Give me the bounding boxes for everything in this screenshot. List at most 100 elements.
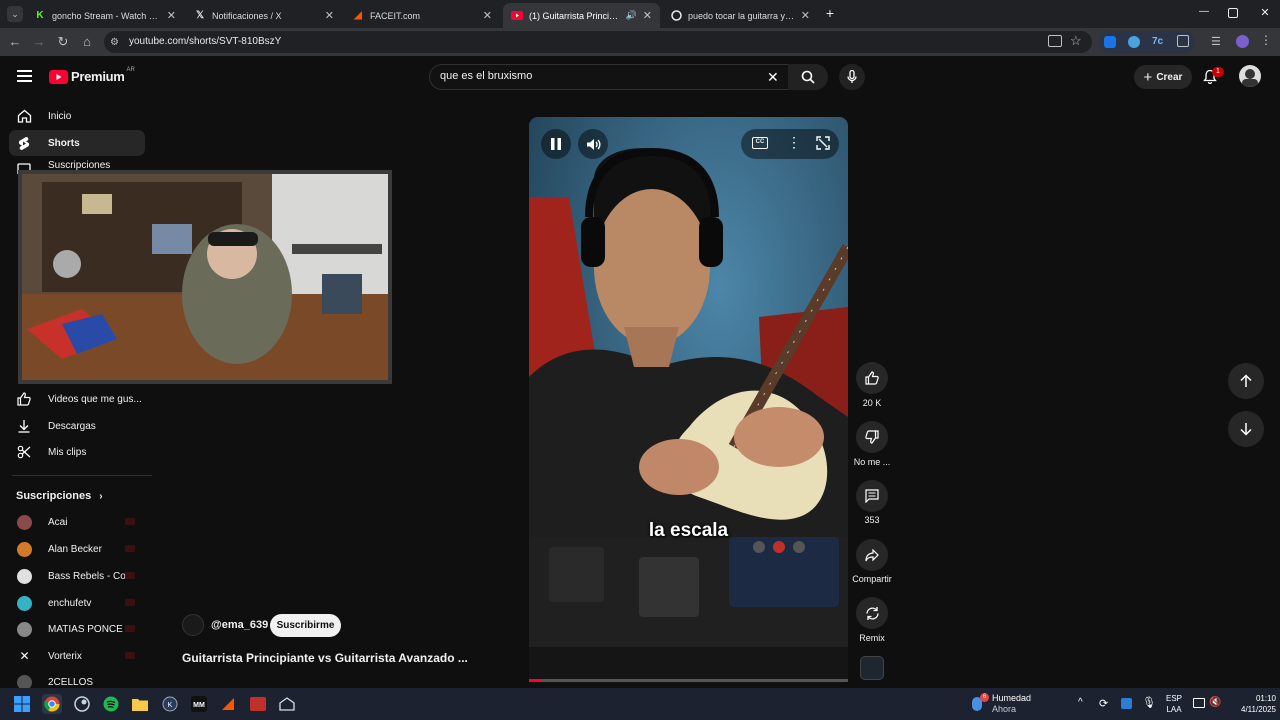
volume-muted-icon[interactable]: 🔇: [1209, 697, 1221, 708]
channel-item[interactable]: Alan Becker: [17, 539, 147, 559]
extension-icon[interactable]: [1104, 36, 1116, 48]
tab-search-button[interactable]: ⌄: [7, 6, 23, 22]
clear-search-icon[interactable]: ✕: [767, 69, 779, 86]
browser-menu-icon[interactable]: ⋮: [1260, 33, 1272, 47]
sidebar-item-downloads[interactable]: Descargas: [9, 413, 145, 439]
channel-avatar[interactable]: [182, 614, 204, 636]
more-options-icon[interactable]: ⋮: [787, 134, 801, 151]
app-icon[interactable]: K: [160, 694, 180, 714]
chrome-icon[interactable]: [42, 694, 62, 714]
back-icon[interactable]: ←: [7, 34, 23, 50]
next-short-button[interactable]: [1228, 411, 1264, 447]
extension-icon[interactable]: 7c: [1152, 36, 1164, 48]
shield-icon[interactable]: [1121, 698, 1132, 709]
forward-icon[interactable]: →: [31, 34, 47, 50]
browser-tab[interactable]: puedo tocar la guitarra y apren ✕: [662, 3, 818, 28]
spotify-icon[interactable]: [101, 694, 121, 714]
reload-icon[interactable]: ↻: [55, 34, 71, 50]
dislike-button[interactable]: [856, 421, 888, 453]
app-icon[interactable]: [248, 694, 268, 714]
microphone-tray-icon[interactable]: 🎙: [1142, 696, 1156, 709]
channel-item[interactable]: enchufetv: [17, 593, 147, 613]
remix-button[interactable]: [856, 597, 888, 629]
install-app-icon[interactable]: [1048, 35, 1062, 47]
account-avatar[interactable]: [1239, 65, 1261, 87]
sync-icon[interactable]: ⟳: [1099, 697, 1108, 710]
subscribe-button[interactable]: Suscribirme: [270, 614, 341, 637]
short-title[interactable]: Guitarrista Principiante vs Guitarrista …: [182, 651, 468, 665]
weather-badge: 6: [980, 693, 989, 702]
voice-search-button[interactable]: [839, 64, 865, 90]
app-icon[interactable]: [277, 694, 297, 714]
shorts-video-player[interactable]: [529, 117, 848, 683]
weather-widget[interactable]: 6 Humedad Ahora: [970, 691, 1040, 717]
puzzle-icon[interactable]: [1177, 35, 1189, 47]
youtube-logo[interactable]: Premium AR: [49, 67, 135, 84]
site-info-icon[interactable]: ⚙: [110, 37, 122, 48]
file-explorer-icon[interactable]: [130, 694, 150, 714]
reading-list-icon[interactable]: ☰: [1211, 35, 1221, 48]
hamburger-menu-icon[interactable]: [17, 70, 32, 82]
maximize-button[interactable]: [1228, 8, 1238, 18]
browser-tab-active[interactable]: (1) Guitarrista Principiante v 🔊 ✕: [503, 3, 660, 28]
video-progress-bar[interactable]: [529, 679, 848, 682]
app-icon[interactable]: MM: [189, 694, 209, 714]
share-button[interactable]: [856, 539, 888, 571]
remix-label: Remix: [859, 633, 885, 643]
video-caption: la escala: [648, 520, 729, 541]
browser-tab[interactable]: K goncho Stream - Watch Live on ✕: [26, 3, 184, 28]
premium-label: Premium: [71, 69, 125, 84]
like-button[interactable]: [856, 362, 888, 394]
close-window-button[interactable]: ✕: [1258, 6, 1272, 20]
sidebar-item-my-clips[interactable]: Mis clips: [9, 439, 145, 465]
weather-title: Humedad: [992, 693, 1032, 703]
new-tab-button[interactable]: +: [822, 5, 838, 21]
close-tab-icon[interactable]: ✕: [325, 9, 334, 22]
pause-button[interactable]: [541, 129, 571, 159]
pip-stream-window[interactable]: [18, 170, 392, 384]
steam-icon[interactable]: [72, 694, 92, 714]
live-indicator-icon: [125, 599, 135, 606]
sidebar-item-liked-videos[interactable]: Videos que me gus...: [9, 386, 145, 412]
sidebar-item-home[interactable]: Inicio: [9, 103, 145, 129]
captions-icon[interactable]: CC: [752, 137, 768, 149]
url-text[interactable]: youtube.com/shorts/SVT-810BszY: [129, 36, 281, 47]
fullscreen-icon[interactable]: [816, 136, 830, 150]
windows-start-icon[interactable]: [12, 694, 32, 714]
language-indicator[interactable]: ESP LAA: [1162, 693, 1186, 715]
clock[interactable]: 01:10 4/11/2025: [1222, 693, 1276, 715]
close-tab-icon[interactable]: ✕: [483, 9, 492, 22]
channel-item[interactable]: Acai: [17, 512, 147, 532]
display-icon[interactable]: [1193, 698, 1205, 708]
close-tab-icon[interactable]: ✕: [643, 9, 652, 22]
audio-source-thumbnail[interactable]: [860, 656, 884, 680]
channel-item[interactable]: MATIAS PONCE: [17, 619, 147, 639]
extension-icon[interactable]: [1128, 36, 1140, 48]
google-icon: [670, 10, 682, 22]
comments-button[interactable]: [856, 480, 888, 512]
thumbs-down-icon: [865, 430, 879, 444]
profile-avatar[interactable]: [1236, 35, 1249, 48]
search-button[interactable]: [788, 64, 828, 90]
search-input[interactable]: que es el bruxismo: [440, 70, 532, 82]
browser-tab[interactable]: 𝕏 Notificaciones / X ✕: [186, 3, 342, 28]
channel-item[interactable]: ✕ Vorterix: [17, 646, 147, 666]
speaker-icon[interactable]: 🔊: [626, 10, 637, 21]
bookmark-star-icon[interactable]: ☆: [1070, 33, 1082, 49]
close-tab-icon[interactable]: ✕: [801, 9, 810, 22]
channel-handle[interactable]: @ema_639: [211, 619, 268, 631]
browser-tab[interactable]: ◢ FACEIT.com ✕: [344, 3, 500, 28]
create-button[interactable]: + Crear: [1134, 65, 1192, 89]
share-icon: [865, 548, 879, 561]
comment-icon: [865, 489, 879, 503]
volume-button[interactable]: [578, 129, 608, 159]
faceit-app-icon[interactable]: [218, 694, 238, 714]
minimize-button[interactable]: —: [1197, 6, 1211, 20]
subscriptions-heading[interactable]: Suscripciones ›: [16, 490, 103, 502]
close-tab-icon[interactable]: ✕: [167, 9, 176, 22]
previous-short-button[interactable]: [1228, 363, 1264, 399]
home-icon[interactable]: ⌂: [79, 34, 95, 50]
sidebar-item-shorts[interactable]: Shorts: [9, 130, 145, 156]
tray-overflow-icon[interactable]: ^: [1078, 697, 1083, 708]
channel-item[interactable]: Bass Rebels - Co...: [17, 566, 147, 586]
